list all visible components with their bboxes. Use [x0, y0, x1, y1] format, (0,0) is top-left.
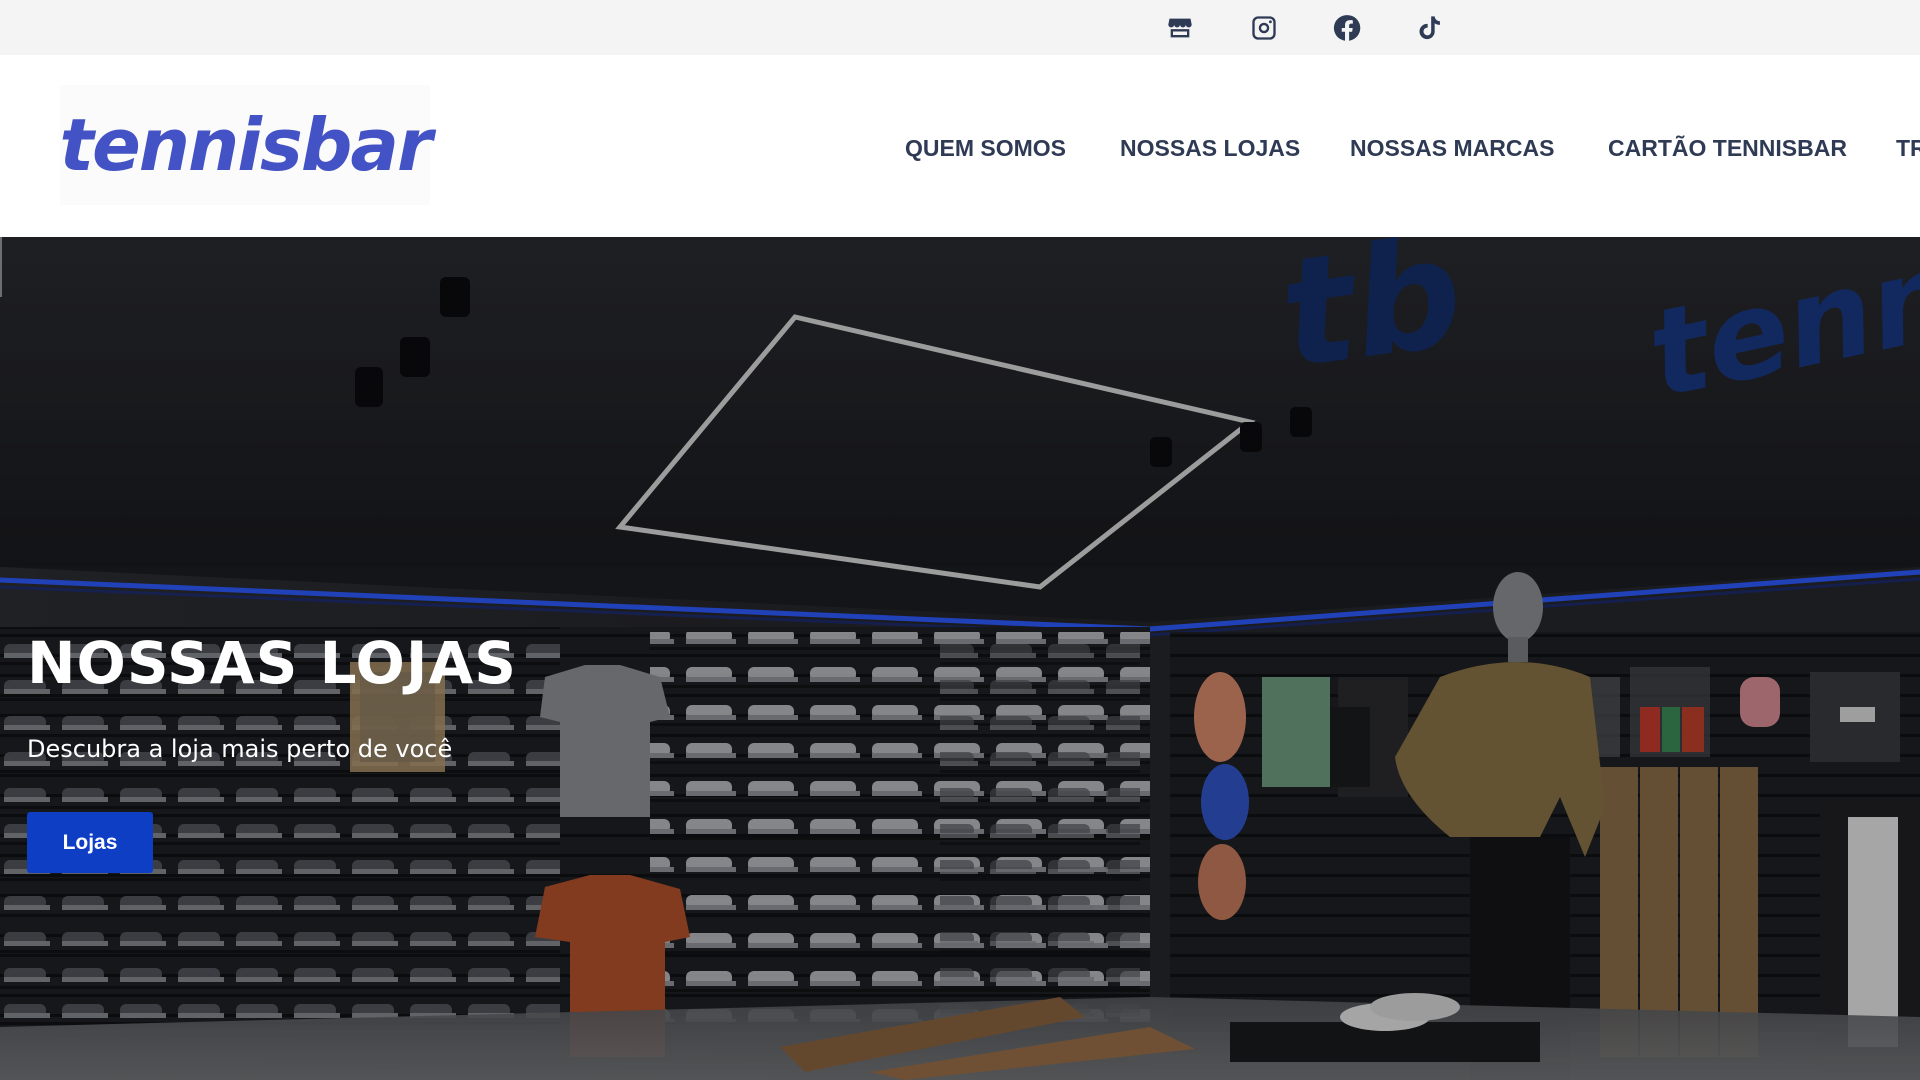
hero-banner: tb tenn NOSSAS LOJAS Descubra a loja mai…	[0, 237, 1920, 1080]
facebook-icon[interactable]	[1331, 12, 1363, 44]
nav-nossas-lojas[interactable]: NOSSAS LOJAS	[1120, 135, 1300, 162]
hero-subtitle: Descubra a loja mais perto de você	[27, 735, 453, 763]
site-header: tennisbar QUEM SOMOS NOSSAS LOJAS NOSSAS…	[0, 55, 1920, 237]
nav-quem-somos[interactable]: QUEM SOMOS	[905, 135, 1066, 162]
social-bar	[0, 0, 1920, 55]
tiktok-icon[interactable]	[1414, 12, 1446, 44]
lojas-button[interactable]: Lojas	[27, 812, 153, 873]
nav-nossas-marcas[interactable]: NOSSAS MARCAS	[1350, 135, 1554, 162]
hero-title: NOSSAS LOJAS	[27, 629, 518, 697]
instagram-icon[interactable]	[1248, 12, 1280, 44]
logo-text: tennisbar	[59, 103, 433, 187]
store-icon[interactable]	[1164, 12, 1196, 44]
brand-logo[interactable]: tennisbar	[59, 85, 433, 205]
nav-cartao-tennisbar[interactable]: CARTÃO TENNISBAR	[1608, 135, 1847, 162]
nav-truncated-item[interactable]: TR	[1896, 135, 1920, 162]
